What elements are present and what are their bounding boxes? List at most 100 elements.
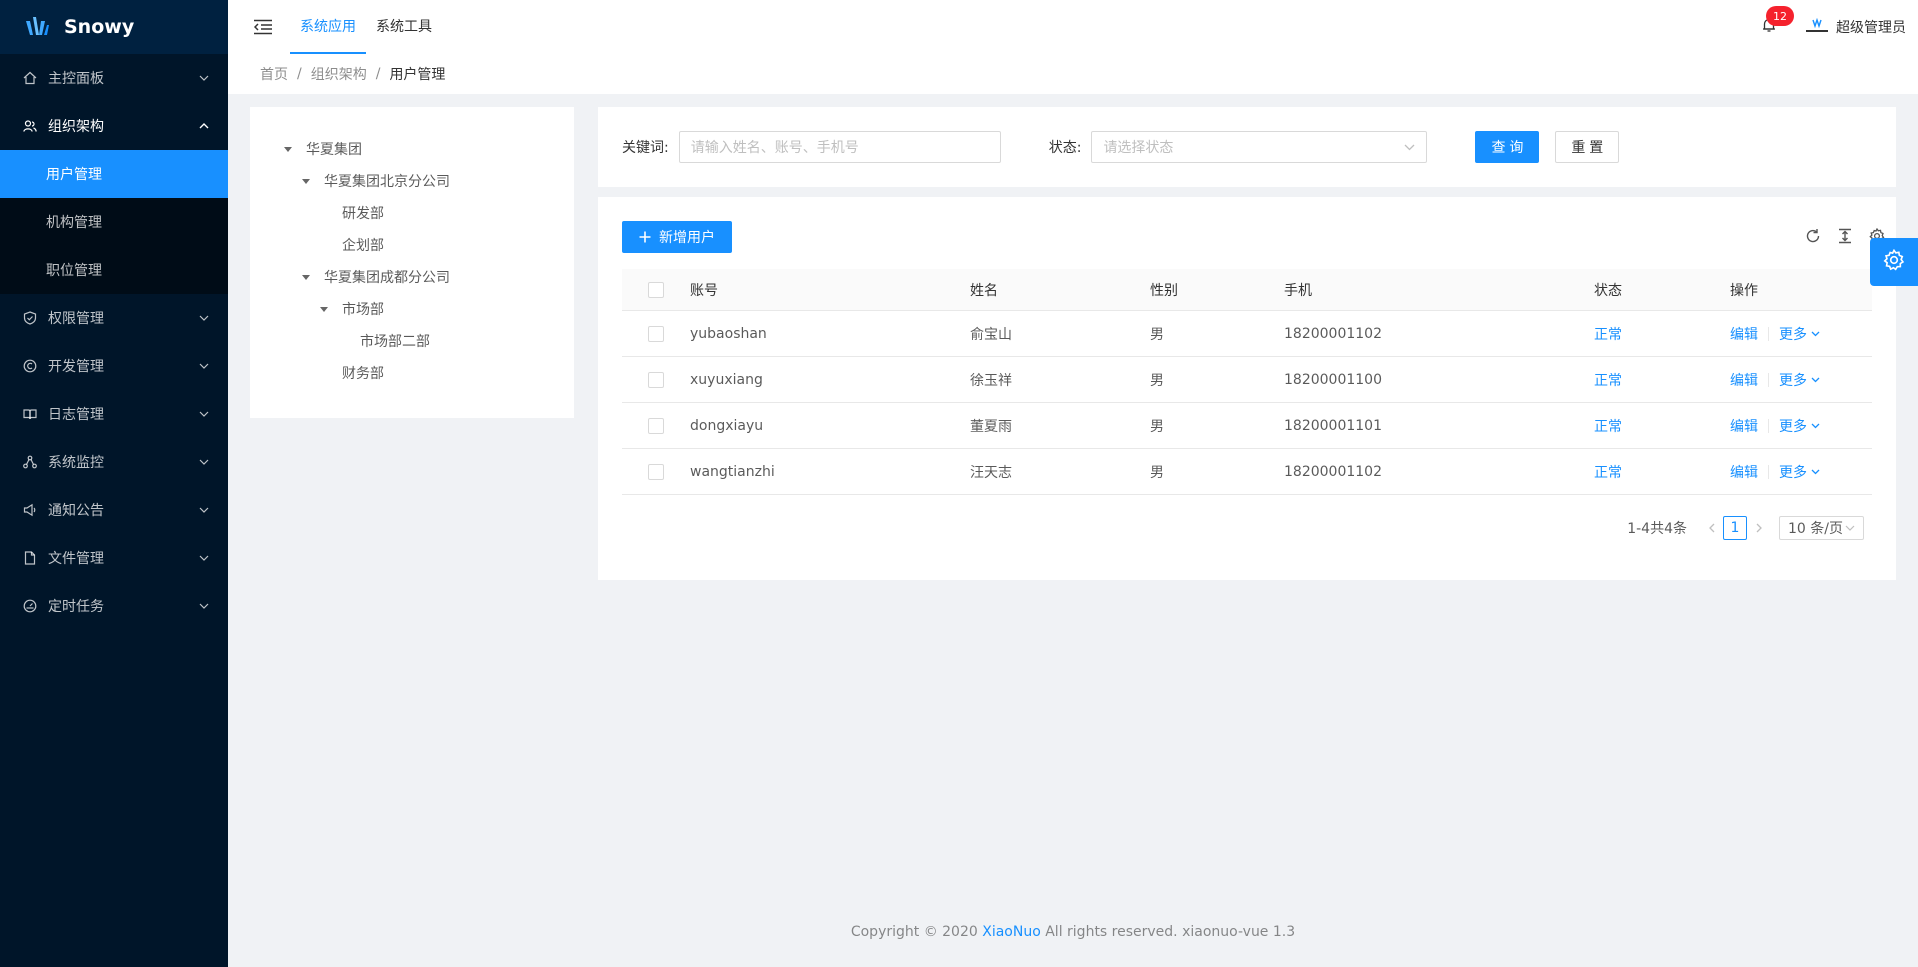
submenu-item-org-management[interactable]: 机构管理 bbox=[0, 198, 228, 246]
brand-name: Snowy bbox=[64, 16, 135, 38]
cell-account: dongxiayu bbox=[690, 417, 764, 434]
tree-node[interactable]: 市场部二部 bbox=[250, 325, 574, 357]
table-row: yubaoshan 俞宝山 男 18200001102 正常 编辑 更多 bbox=[622, 311, 1872, 357]
tree-node[interactable]: 市场部 bbox=[250, 293, 574, 325]
reset-button[interactable]: 重 置 bbox=[1555, 131, 1620, 163]
user-table: 账号 姓名 性别 手机 状态 操作 yubaoshan 俞宝山 男 182000… bbox=[622, 269, 1872, 495]
chevron-down-icon bbox=[1811, 331, 1820, 337]
tree-node[interactable]: 研发部 bbox=[250, 197, 574, 229]
caret-down-icon[interactable] bbox=[282, 143, 294, 155]
tab-system-tools[interactable]: 系统工具 bbox=[366, 0, 442, 54]
menu-item-permission[interactable]: 权限管理 bbox=[0, 294, 228, 342]
status-label: 状态: bbox=[1048, 140, 1082, 156]
menu-item-dashboard[interactable]: 主控面板 bbox=[0, 54, 228, 102]
tree-node-label: 企划部 bbox=[342, 238, 384, 254]
column-header-sex: 性别 bbox=[1150, 282, 1178, 299]
menu-item-org[interactable]: 组织架构 bbox=[0, 102, 228, 150]
more-dropdown[interactable]: 更多 bbox=[1779, 416, 1820, 436]
cell-account: yubaoshan bbox=[690, 325, 767, 342]
caret-down-icon[interactable] bbox=[300, 271, 312, 283]
submenu-item-position-management[interactable]: 职位管理 bbox=[0, 246, 228, 294]
chevron-down-icon bbox=[1811, 377, 1820, 383]
select-all-checkbox[interactable] bbox=[648, 281, 664, 298]
row-checkbox[interactable] bbox=[648, 325, 664, 342]
row-checkbox[interactable] bbox=[648, 371, 664, 388]
add-user-button[interactable]: 新增用户 bbox=[622, 221, 732, 253]
edit-link[interactable]: 编辑 bbox=[1730, 324, 1758, 344]
cell-status: 正常 bbox=[1594, 372, 1622, 389]
breadcrumb-separator: / bbox=[297, 66, 302, 82]
status-select[interactable]: 请选择状态 bbox=[1091, 131, 1428, 163]
divider bbox=[1768, 464, 1769, 479]
chevron-down-icon bbox=[198, 552, 210, 564]
breadcrumb: 首页 / 组织架构 / 用户管理 bbox=[228, 54, 1918, 94]
avatar[interactable] bbox=[1804, 16, 1830, 38]
cell-phone: 18200001102 bbox=[1284, 325, 1382, 342]
more-dropdown[interactable]: 更多 bbox=[1779, 370, 1820, 390]
tree-node[interactable]: 华夏集团 bbox=[250, 133, 574, 165]
next-page-icon[interactable] bbox=[1751, 516, 1767, 540]
caret-down-icon[interactable] bbox=[318, 303, 330, 315]
menu-item-file[interactable]: 文件管理 bbox=[0, 534, 228, 582]
edit-link[interactable]: 编辑 bbox=[1730, 370, 1758, 390]
chevron-up-icon bbox=[198, 120, 210, 132]
cell-sex: 男 bbox=[1150, 464, 1164, 481]
side-menu: 主控面板 组织架构 用户管理 机构管理 职位管理 权限管理 开发管理 日志管理 bbox=[0, 54, 228, 630]
footer-link[interactable]: XiaoNuo bbox=[982, 924, 1041, 940]
menu-item-schedule[interactable]: 定时任务 bbox=[0, 582, 228, 630]
cell-actions: 编辑 更多 bbox=[1730, 416, 1872, 436]
tree-node[interactable]: 华夏集团北京分公司 bbox=[250, 165, 574, 197]
divider bbox=[1768, 372, 1769, 387]
chevron-down-icon bbox=[198, 408, 210, 420]
sidebar: Snowy 主控面板 组织架构 用户管理 机构管理 职位管理 权限管理 开发管理 bbox=[0, 0, 228, 967]
cell-sex: 男 bbox=[1150, 372, 1164, 389]
page-size-select[interactable]: 10 条/页 bbox=[1779, 516, 1864, 540]
page-number[interactable]: 1 bbox=[1723, 516, 1747, 540]
query-button[interactable]: 查 询 bbox=[1475, 131, 1540, 163]
chevron-down-icon bbox=[1811, 423, 1820, 429]
book-icon bbox=[22, 406, 38, 422]
more-dropdown[interactable]: 更多 bbox=[1779, 324, 1820, 344]
tab-system-apps[interactable]: 系统应用 bbox=[290, 0, 366, 54]
menu-item-dev[interactable]: 开发管理 bbox=[0, 342, 228, 390]
search-form: 关键词: 状态: 请选择状态 查 询 重 置 bbox=[598, 107, 1896, 187]
column-height-icon[interactable] bbox=[1836, 227, 1854, 245]
row-checkbox[interactable] bbox=[648, 463, 664, 480]
file-icon bbox=[22, 550, 38, 566]
setting-icon bbox=[1883, 248, 1905, 275]
tree-node[interactable]: 企划部 bbox=[250, 229, 574, 261]
theme-settings-button[interactable] bbox=[1870, 238, 1918, 286]
tree-node-label: 研发部 bbox=[342, 206, 384, 222]
submenu-item-user-management[interactable]: 用户管理 bbox=[0, 150, 228, 198]
more-dropdown[interactable]: 更多 bbox=[1779, 462, 1820, 482]
breadcrumb-org[interactable]: 组织架构 bbox=[311, 64, 367, 84]
notification-button[interactable]: 12 bbox=[1754, 6, 1794, 42]
edit-link[interactable]: 编辑 bbox=[1730, 416, 1758, 436]
tree-node-label: 市场部 bbox=[342, 302, 384, 318]
column-header-phone: 手机 bbox=[1284, 282, 1312, 299]
divider bbox=[1768, 326, 1769, 341]
reload-icon[interactable] bbox=[1804, 227, 1822, 245]
breadcrumb-home[interactable]: 首页 bbox=[260, 64, 288, 84]
row-checkbox[interactable] bbox=[648, 417, 664, 434]
menu-item-log[interactable]: 日志管理 bbox=[0, 390, 228, 438]
team-icon bbox=[22, 118, 38, 134]
tree-node[interactable]: 华夏集团成都分公司 bbox=[250, 261, 574, 293]
menu-item-notice[interactable]: 通知公告 bbox=[0, 486, 228, 534]
keyword-input[interactable] bbox=[678, 131, 1001, 163]
caret-down-icon[interactable] bbox=[300, 175, 312, 187]
menu-fold-icon[interactable] bbox=[248, 12, 278, 42]
chevron-down-icon bbox=[1845, 525, 1855, 531]
tree-node-label: 财务部 bbox=[342, 366, 384, 382]
footer-copyright: Copyright © 2020 bbox=[850, 924, 983, 940]
edit-link[interactable]: 编辑 bbox=[1730, 462, 1758, 482]
cell-name: 俞宝山 bbox=[970, 326, 1012, 343]
prev-page-icon[interactable] bbox=[1703, 516, 1719, 540]
cell-name: 董夏雨 bbox=[970, 418, 1012, 435]
logo[interactable]: Snowy bbox=[0, 0, 228, 54]
username[interactable]: 超级管理员 bbox=[1836, 17, 1906, 37]
tree-node[interactable]: 财务部 bbox=[250, 357, 574, 389]
cell-phone: 18200001100 bbox=[1284, 371, 1382, 388]
table-row: dongxiayu 董夏雨 男 18200001101 正常 编辑 更多 bbox=[622, 403, 1872, 449]
menu-item-monitor[interactable]: 系统监控 bbox=[0, 438, 228, 486]
